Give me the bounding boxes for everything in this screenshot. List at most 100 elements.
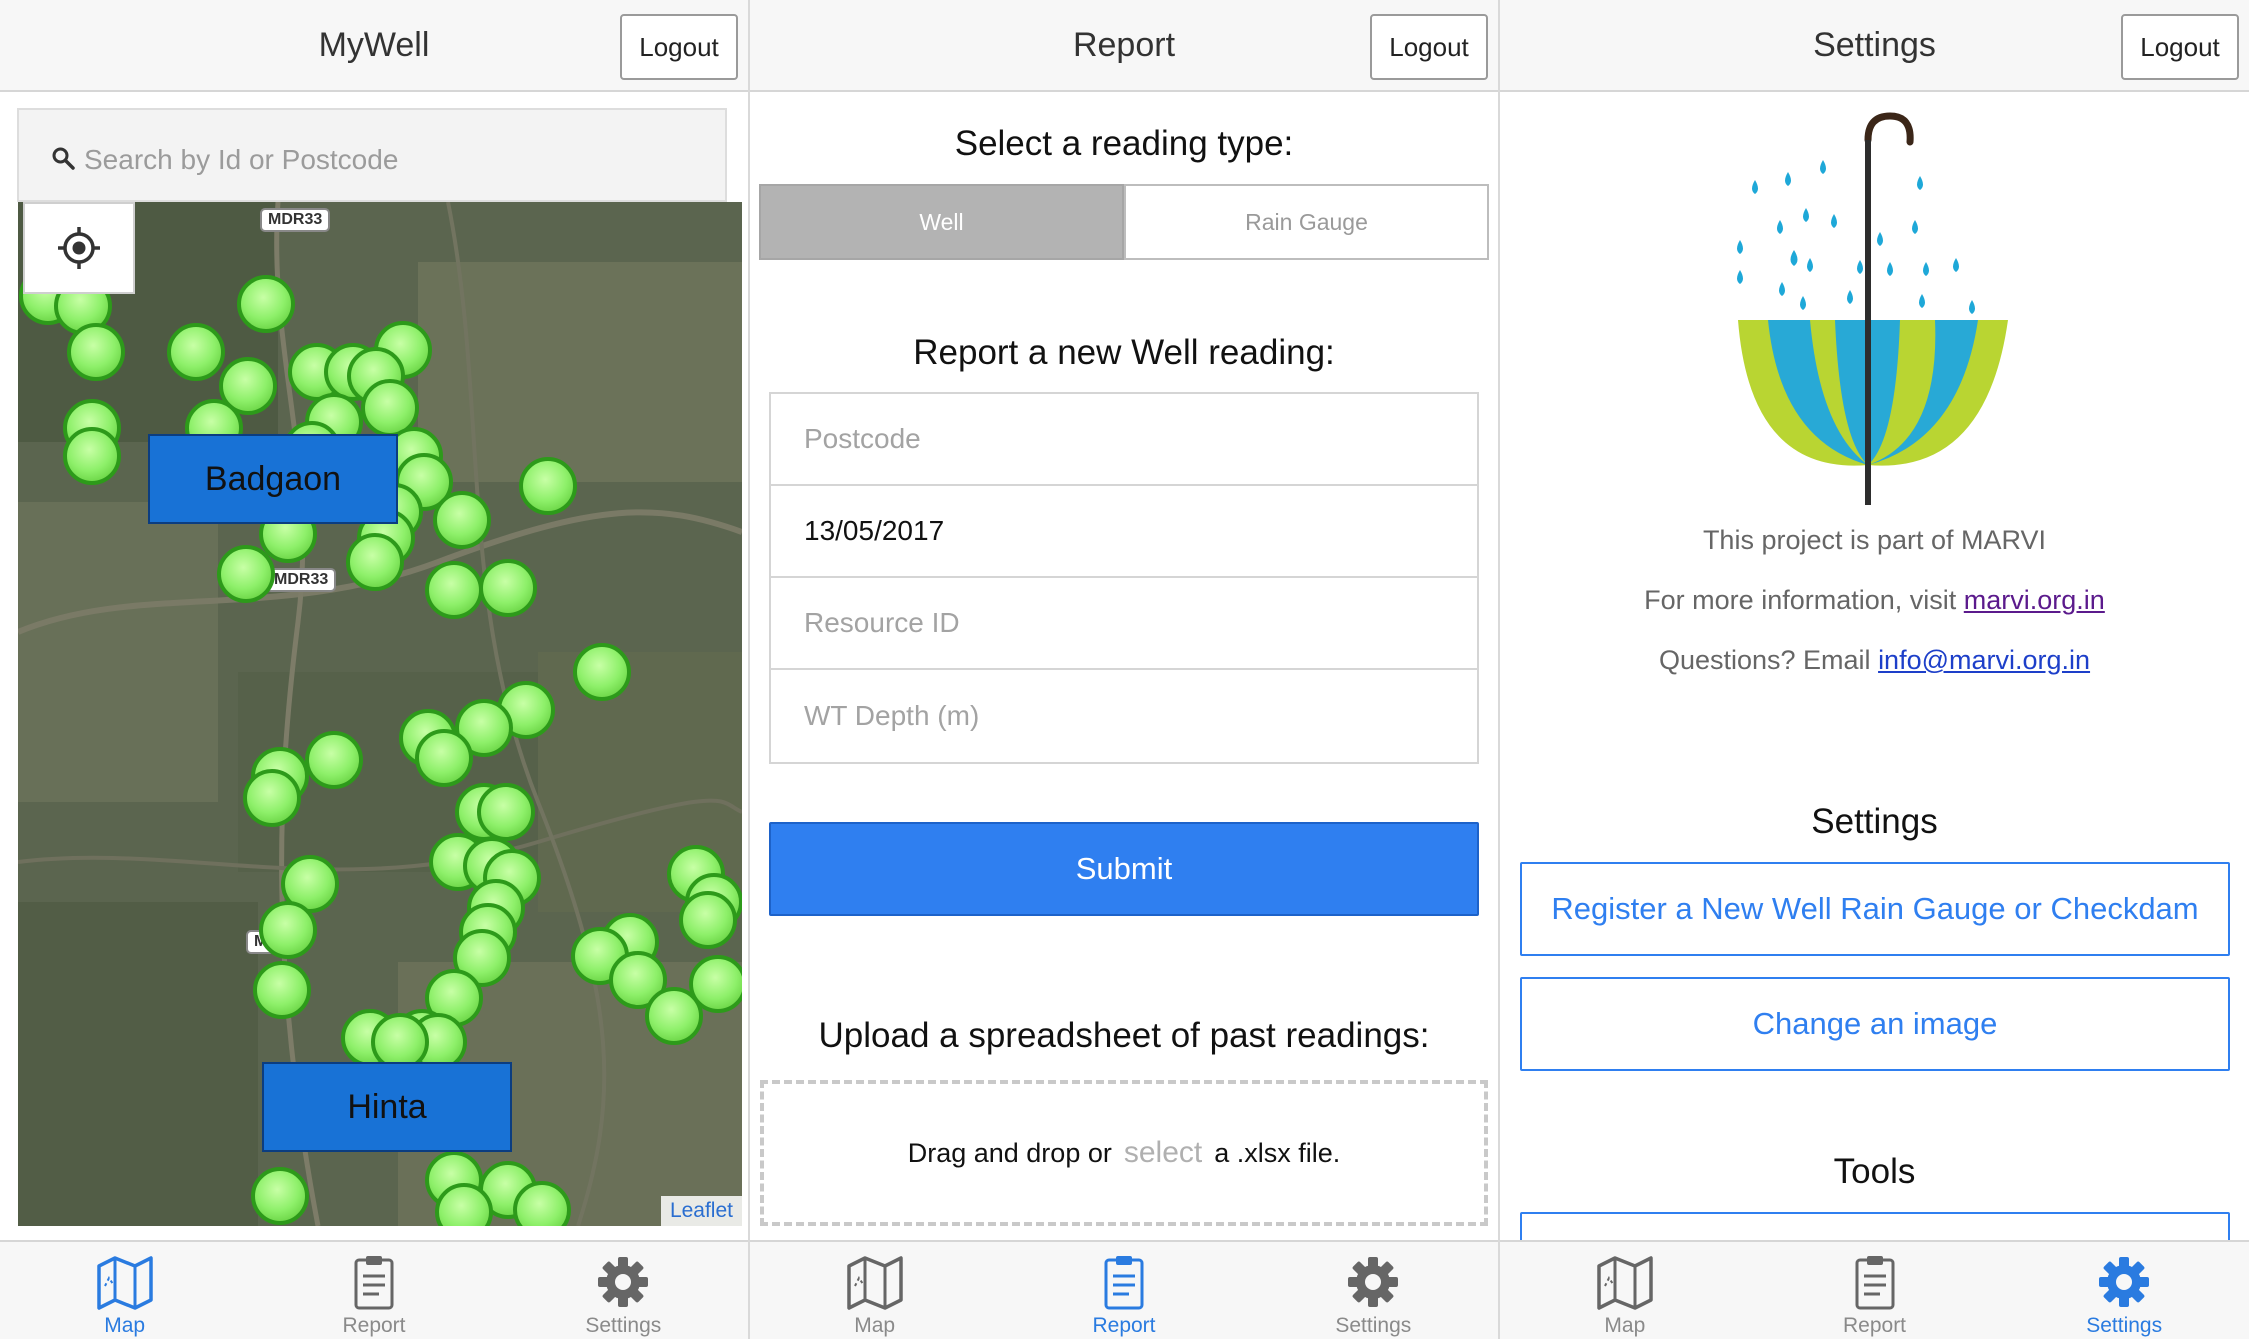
gear-icon bbox=[598, 1257, 649, 1307]
settings-screen: Settings Logout This project is part of … bbox=[1500, 0, 2249, 1339]
map-icon bbox=[1597, 1256, 1653, 1310]
well-marker bbox=[237, 275, 295, 333]
tools-heading: Tools bbox=[1833, 1152, 1916, 1191]
crosshair-icon bbox=[58, 227, 100, 269]
tab-report[interactable]: Report bbox=[249, 1242, 498, 1339]
place-label-badgaon[interactable]: Badgaon bbox=[148, 434, 398, 524]
well-marker bbox=[243, 769, 301, 827]
tab-bar: Map Report Settings bbox=[0, 1240, 748, 1339]
select-file-link[interactable]: select bbox=[1124, 1136, 1202, 1170]
well-marker bbox=[433, 491, 491, 549]
more-info-prefix: For more information, visit bbox=[1644, 585, 1957, 615]
postcode-field[interactable]: Postcode bbox=[771, 394, 1477, 486]
well-marker bbox=[63, 427, 121, 485]
clipboard-icon bbox=[354, 1256, 394, 1310]
drop-text: Drag and drop or bbox=[907, 1137, 1112, 1168]
well-marker bbox=[361, 379, 419, 437]
upload-heading: Upload a spreadsheet of past readings: bbox=[818, 1016, 1430, 1055]
email-prefix: Questions? Email bbox=[1658, 645, 1871, 675]
logout-button[interactable]: Logout bbox=[620, 14, 738, 80]
tab-settings[interactable]: Settings bbox=[1999, 1242, 2249, 1339]
report-screen: Report Logout Select a reading type: Wel… bbox=[750, 0, 1498, 1339]
email-link[interactable]: info@marvi.org.in bbox=[1878, 645, 2090, 675]
reading-type-heading: Select a reading type: bbox=[954, 124, 1294, 163]
reading-type-selector: Well Rain Gauge bbox=[759, 184, 1489, 260]
well-marker bbox=[415, 729, 473, 787]
tab-label: Report bbox=[342, 1314, 406, 1337]
tab-label: Report bbox=[1842, 1314, 1907, 1337]
email-line: Questions? Email info@marvi.org.in bbox=[1500, 645, 2249, 676]
date-field[interactable]: 13/05/2017 bbox=[771, 486, 1477, 578]
register-resource-button[interactable]: Register a New Well Rain Gauge or Checkd… bbox=[1520, 862, 2230, 956]
well-marker bbox=[519, 457, 577, 515]
reading-type-well[interactable]: Well bbox=[759, 184, 1124, 260]
tab-bar: Map Report Settings bbox=[750, 1240, 1498, 1339]
header: Settings Logout bbox=[1500, 0, 2249, 92]
search-icon bbox=[52, 147, 75, 170]
well-marker bbox=[435, 1183, 493, 1226]
tab-label: Settings bbox=[1335, 1314, 1412, 1337]
gear-icon bbox=[2099, 1257, 2150, 1307]
tab-map[interactable]: Map bbox=[0, 1242, 249, 1339]
header: MyWell Logout bbox=[0, 0, 748, 92]
well-marker bbox=[679, 891, 737, 949]
tab-label: Report bbox=[1092, 1314, 1156, 1337]
map-screen: MyWell Logout Search by Id or Postcode M… bbox=[0, 0, 748, 1339]
tab-label: Map bbox=[104, 1314, 146, 1337]
search-input[interactable]: Search by Id or Postcode bbox=[17, 108, 727, 202]
place-label-hinta[interactable]: Hinta bbox=[262, 1062, 512, 1152]
well-marker bbox=[259, 901, 317, 959]
more-info-line: For more information, visit marvi.org.in bbox=[1500, 585, 2249, 616]
settings-heading: Settings bbox=[1811, 802, 1938, 841]
reading-type-rain-gauge[interactable]: Rain Gauge bbox=[1124, 184, 1489, 260]
search-placeholder: Search by Id or Postcode bbox=[84, 144, 399, 175]
clipboard-icon bbox=[1855, 1256, 1894, 1310]
clipboard-icon bbox=[1104, 1256, 1144, 1310]
marvi-website-link[interactable]: marvi.org.in bbox=[1964, 585, 2105, 615]
tab-settings[interactable]: Settings bbox=[1249, 1242, 1498, 1339]
logout-button[interactable]: Logout bbox=[2121, 14, 2239, 80]
reading-form: Postcode 13/05/2017 Resource ID WT Depth… bbox=[769, 392, 1479, 764]
map-icon bbox=[96, 1256, 153, 1310]
marvi-umbrella-logo bbox=[1737, 112, 2010, 505]
header: Report Logout bbox=[750, 0, 1498, 92]
well-marker bbox=[346, 533, 404, 591]
well-marker bbox=[573, 643, 631, 701]
well-marker bbox=[479, 559, 537, 617]
well-marker bbox=[513, 1181, 571, 1226]
submit-button[interactable]: Submit bbox=[769, 822, 1479, 916]
tab-bar: Map Report Settings bbox=[1500, 1240, 2249, 1339]
well-marker bbox=[253, 961, 311, 1019]
project-text: This project is part of MARVI bbox=[1702, 525, 2047, 555]
file-drop-zone[interactable]: Drag and drop or select a .xlsx file. bbox=[760, 1080, 1488, 1226]
well-marker bbox=[251, 1167, 309, 1225]
form-heading: Report a new Well reading: bbox=[913, 333, 1335, 372]
logout-button[interactable]: Logout bbox=[1370, 14, 1488, 80]
well-marker bbox=[67, 323, 125, 381]
well-marker bbox=[645, 987, 703, 1045]
wt-depth-field[interactable]: WT Depth (m) bbox=[771, 670, 1477, 762]
tab-report[interactable]: Report bbox=[999, 1242, 1248, 1339]
drop-text: a .xlsx file. bbox=[1214, 1137, 1341, 1168]
tab-label: Map bbox=[1604, 1314, 1646, 1337]
tab-map[interactable]: Map bbox=[750, 1242, 999, 1339]
change-image-button[interactable]: Change an image bbox=[1520, 977, 2230, 1071]
tab-report[interactable]: Report bbox=[1750, 1242, 2000, 1339]
tab-label: Map bbox=[854, 1314, 896, 1337]
tab-label: Settings bbox=[585, 1314, 662, 1337]
well-marker bbox=[167, 323, 225, 381]
map-view[interactable]: MDR33 MDR33 M Badgaon Hinta Leaflet bbox=[18, 202, 742, 1226]
tab-map[interactable]: Map bbox=[1500, 1242, 1750, 1339]
tab-label: Settings bbox=[2086, 1314, 2163, 1337]
locate-button[interactable] bbox=[23, 202, 135, 294]
tab-settings[interactable]: Settings bbox=[499, 1242, 748, 1339]
well-marker bbox=[477, 783, 535, 841]
gear-icon bbox=[1348, 1257, 1399, 1307]
leaflet-attribution[interactable]: Leaflet bbox=[660, 1196, 742, 1226]
well-marker bbox=[305, 731, 363, 789]
resource-id-field[interactable]: Resource ID bbox=[771, 578, 1477, 670]
map-icon bbox=[846, 1256, 903, 1310]
well-marker bbox=[371, 1013, 429, 1071]
well-marker bbox=[217, 545, 275, 603]
well-marker bbox=[425, 561, 483, 619]
